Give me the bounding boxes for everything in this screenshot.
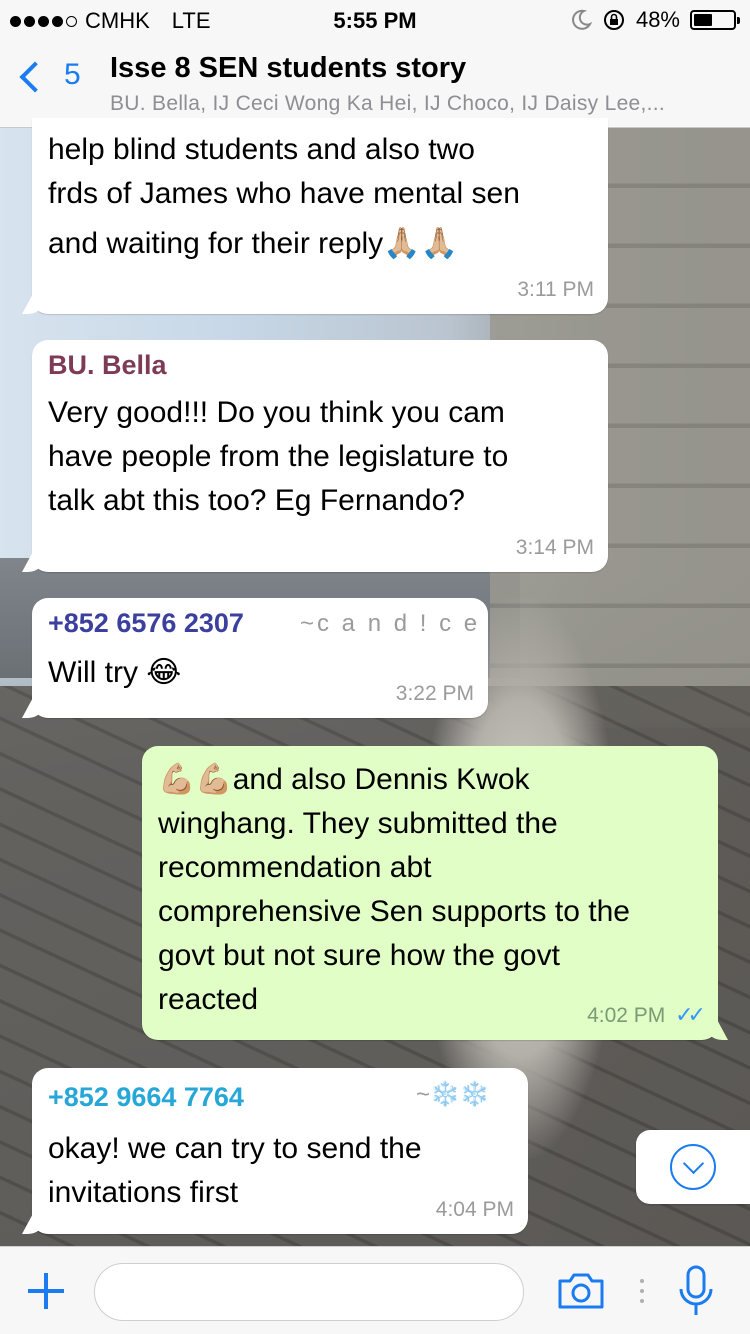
rotation-lock-icon — [603, 10, 624, 30]
message-line: and waiting for their reply🙏🏼🙏🏼 — [48, 227, 458, 260]
message-bubble-outgoing[interactable]: 💪🏼💪🏼and also Dennis Kwok winghang. They … — [142, 746, 718, 1040]
message-line: okay! we can try to send the — [48, 1132, 422, 1165]
status-right: 48% — [570, 7, 740, 33]
message-text: Very good!!! Do you think you cam have p… — [48, 391, 592, 523]
message-input-bar — [0, 1246, 750, 1334]
message-line: help blind students and also two — [48, 133, 475, 166]
chevron-down-icon — [670, 1144, 716, 1190]
message-time: 3:11 PM — [517, 278, 594, 301]
message-line: winghang. They submitted the — [158, 807, 558, 840]
message-time-text: 4:02 PM — [587, 1004, 666, 1027]
message-line: Very good!!! Do you think you cam — [48, 396, 505, 429]
chat-header: 5 Isse 8 SEN students story BU. Bella, I… — [0, 40, 750, 128]
message-line: talk abt this too? Eg Fernando? — [48, 484, 465, 517]
message-bubble[interactable]: +852 6576 2307 ~c a n d ! c e Will try 😂… — [32, 598, 488, 718]
message-time: 3:14 PM — [515, 536, 594, 559]
message-sender[interactable]: BU. Bella — [48, 350, 592, 381]
message-line: recommendation abt — [158, 851, 432, 884]
camera-icon[interactable] — [556, 1271, 606, 1311]
message-line: have people from the legislature to — [48, 440, 509, 473]
message-bubble[interactable]: help blind students and also two frds of… — [32, 118, 608, 314]
message-time: 4:02 PM ✓✓ — [587, 1002, 706, 1028]
sender-nickname: ~❄️❄️ — [416, 1081, 490, 1108]
message-time: 3:22 PM — [395, 682, 474, 705]
message-line: frds of James who have mental sen — [48, 177, 520, 210]
group-title[interactable]: Isse 8 SEN students story — [110, 52, 466, 85]
message-line: govt but not sure how the govt — [158, 939, 560, 972]
message-line: 💪🏼💪🏼and also Dennis Kwok — [158, 763, 530, 796]
message-text: 💪🏼💪🏼and also Dennis Kwok winghang. They … — [158, 746, 702, 1022]
status-bar: CMHK LTE 5:55 PM 48% — [0, 0, 750, 40]
group-members[interactable]: BU. Bella, IJ Ceci Wong Ka Hei, IJ Choco… — [110, 92, 746, 116]
message-bubble[interactable]: BU. Bella Very good!!! Do you think you … — [32, 340, 608, 572]
message-input[interactable] — [94, 1263, 524, 1321]
message-time: 4:04 PM — [435, 1198, 514, 1221]
chevron-left-icon — [19, 61, 51, 93]
back-button[interactable]: 5 — [14, 58, 81, 93]
separator-dots — [640, 1279, 644, 1303]
message-text: help blind students and also two frds of… — [48, 118, 592, 266]
message-line: comprehensive Sen supports to the — [158, 895, 630, 928]
scroll-to-bottom-button[interactable] — [636, 1130, 750, 1204]
attach-plus-icon[interactable] — [26, 1271, 66, 1311]
sender-nickname: ~c a n d ! c e — [300, 610, 481, 637]
unread-count: 5 — [64, 58, 81, 91]
battery-percent: 48% — [635, 7, 680, 32]
battery-icon — [690, 10, 740, 30]
microphone-icon[interactable] — [676, 1265, 716, 1317]
double-check-icon: ✓✓ — [675, 1002, 706, 1027]
message-bubble[interactable]: +852 9664 7764 ~❄️❄️ okay! we can try to… — [32, 1068, 528, 1234]
moon-icon — [572, 9, 592, 30]
